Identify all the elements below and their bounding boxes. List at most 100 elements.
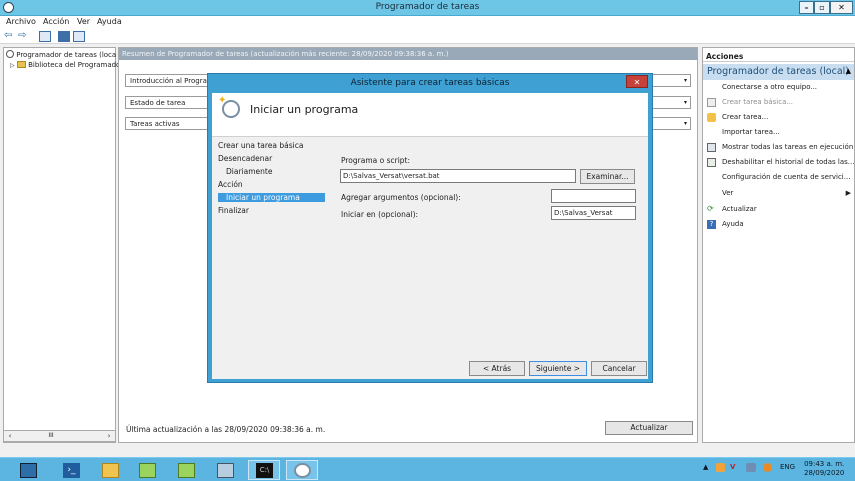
step-iniciar-programa[interactable]: Iniciar un programa bbox=[218, 193, 325, 202]
collapse-up-icon[interactable]: ▲ bbox=[846, 67, 851, 75]
action-importar[interactable]: Importar tarea... bbox=[703, 127, 854, 140]
back-arrow-icon[interactable]: ⇦ bbox=[4, 31, 16, 42]
network-tool-taskbar-button[interactable] bbox=[170, 460, 202, 480]
action-ayuda[interactable]: ? Ayuda bbox=[703, 219, 854, 232]
next-button[interactable]: Siguiente > bbox=[529, 361, 587, 376]
network-icon bbox=[139, 463, 156, 478]
tool-icon bbox=[217, 463, 234, 478]
action-label: Conectarse a otro equipo... bbox=[722, 83, 818, 91]
tool-taskbar-button[interactable] bbox=[209, 460, 241, 480]
action-label: Configuración de cuenta de servici... bbox=[722, 173, 851, 181]
actions-subheader[interactable]: Programador de tareas (local) ▲ bbox=[703, 64, 854, 80]
start-in-input[interactable]: D:\Salvas_Versat bbox=[551, 206, 636, 220]
program-input[interactable]: D:\Salvas_Versat\versat.bat bbox=[340, 169, 576, 183]
language-indicator[interactable]: ENG bbox=[780, 463, 795, 471]
action-configuracion-cuenta[interactable]: Configuración de cuenta de servici... bbox=[703, 172, 854, 185]
clock-time: 09:43 a. m. bbox=[804, 460, 845, 468]
dialog-header: ✦ Iniciar un programa bbox=[212, 93, 648, 137]
close-button[interactable]: ✕ bbox=[830, 1, 853, 14]
dialog-close-button[interactable]: ✕ bbox=[626, 75, 648, 88]
minimize-button[interactable]: – bbox=[799, 1, 814, 14]
step-finalizar[interactable]: Finalizar bbox=[218, 206, 249, 215]
browse-button[interactable]: Examinar... bbox=[580, 169, 635, 184]
expand-arrow-icon[interactable]: ▷ bbox=[10, 62, 15, 69]
arguments-input[interactable] bbox=[551, 189, 636, 203]
action-label: Crear tarea básica... bbox=[722, 98, 794, 106]
show-action-pane-icon[interactable] bbox=[73, 31, 85, 42]
cmd-taskbar-button[interactable]: C:\ bbox=[248, 460, 280, 480]
last-update-text: Última actualización a las 28/09/2020 09… bbox=[126, 425, 326, 434]
folder-icon bbox=[102, 463, 119, 478]
refresh-button[interactable]: Actualizar bbox=[605, 421, 693, 435]
action-actualizar[interactable]: ⟳ Actualizar bbox=[703, 204, 854, 217]
tree-library-item[interactable]: ▷ Biblioteca del Programador de tareas bbox=[10, 61, 120, 69]
server-manager-taskbar-button[interactable] bbox=[12, 460, 44, 480]
menu-ver[interactable]: Ver bbox=[77, 17, 90, 26]
action-conectarse[interactable]: Conectarse a otro equipo... bbox=[703, 82, 854, 95]
step-diariamente[interactable]: Diariamente bbox=[226, 167, 272, 176]
scroll-thumb[interactable]: III bbox=[44, 433, 58, 439]
action-label: Importar tarea... bbox=[722, 128, 780, 136]
cancel-button[interactable]: Cancelar bbox=[591, 361, 647, 376]
menu-archivo[interactable]: Archivo bbox=[6, 17, 36, 26]
network-tool-icon bbox=[178, 463, 195, 478]
action-label: Actualizar bbox=[722, 205, 757, 213]
tray-expand-icon[interactable]: ▲ bbox=[703, 463, 708, 471]
new-task-icon bbox=[707, 113, 716, 122]
command-prompt-icon: C:\ bbox=[256, 463, 273, 478]
tree-library-label: Biblioteca del Programador de tareas bbox=[28, 61, 120, 69]
maximize-button[interactable]: ▫ bbox=[814, 1, 830, 14]
wizard-icon bbox=[707, 98, 716, 107]
forward-arrow-icon[interactable]: ⇨ bbox=[18, 31, 30, 42]
clock-icon bbox=[6, 50, 14, 58]
task-scheduler-taskbar-button[interactable] bbox=[286, 460, 318, 480]
action-deshabilitar-historial[interactable]: Deshabilitar el historial de todas las..… bbox=[703, 157, 854, 170]
summary-header: Resumen de Programador de tareas (actual… bbox=[119, 48, 697, 60]
tray-volume-icon[interactable] bbox=[763, 463, 772, 472]
star-icon: ✦ bbox=[218, 95, 227, 106]
menu-ayuda[interactable]: Ayuda bbox=[97, 17, 122, 26]
step-accion[interactable]: Acción bbox=[218, 180, 243, 189]
chevron-down-icon[interactable]: ▾ bbox=[684, 120, 687, 127]
tray-security-icon[interactable]: V bbox=[730, 463, 735, 471]
actions-subheader-label: Programador de tareas (local) bbox=[707, 66, 849, 77]
dialog-title: Asistente para crear tareas básicas bbox=[350, 78, 510, 88]
action-label: Deshabilitar el historial de todas las..… bbox=[722, 158, 854, 166]
tray-app-icon[interactable] bbox=[716, 463, 725, 472]
step-crear-tarea[interactable]: Crear una tarea básica bbox=[218, 141, 303, 150]
powershell-taskbar-button[interactable]: ›_ bbox=[55, 460, 87, 480]
tree-horizontal-scrollbar[interactable]: ‹ III › bbox=[3, 430, 116, 442]
arguments-label: Agregar argumentos (opcional): bbox=[341, 193, 461, 202]
tree-root-item[interactable]: Programador de tareas (local) bbox=[6, 50, 116, 59]
chevron-down-icon[interactable]: ▾ bbox=[684, 77, 687, 84]
toolbar: ⇦ ⇨ bbox=[0, 29, 855, 44]
history-icon bbox=[707, 158, 716, 167]
refresh-icon: ⟳ bbox=[707, 204, 714, 213]
scroll-right-icon[interactable]: › bbox=[104, 431, 114, 441]
dialog-body: ✦ Iniciar un programa Crear una tarea bá… bbox=[212, 93, 648, 379]
scroll-left-icon[interactable]: ‹ bbox=[5, 431, 15, 441]
tree-root-label: Programador de tareas (local) bbox=[16, 51, 116, 59]
start-in-label: Iniciar en (opcional): bbox=[341, 210, 419, 219]
network-taskbar-button[interactable] bbox=[131, 460, 163, 480]
action-crear-tarea[interactable]: Crear tarea... bbox=[703, 112, 854, 125]
help-toolbar-icon[interactable] bbox=[58, 31, 70, 42]
action-mostrar-tareas[interactable]: Mostrar todas las tareas en ejecución bbox=[703, 142, 854, 155]
show-tree-icon[interactable] bbox=[39, 31, 51, 42]
window-title: Programador de tareas bbox=[375, 2, 480, 12]
basic-task-wizard-dialog: Asistente para crear tareas básicas ✕ ✦ … bbox=[207, 73, 653, 383]
step-desencadenar[interactable]: Desencadenar bbox=[218, 154, 272, 163]
action-ver[interactable]: Ver ▶ bbox=[703, 188, 854, 201]
back-button[interactable]: < Atrás bbox=[469, 361, 525, 376]
action-crear-tarea-basica[interactable]: Crear tarea básica... bbox=[703, 97, 854, 110]
tray-network-icon[interactable] bbox=[746, 463, 756, 472]
server-manager-icon bbox=[20, 463, 37, 478]
action-label: Ver bbox=[722, 189, 734, 197]
menu-accion[interactable]: Acción bbox=[43, 17, 69, 26]
chevron-down-icon[interactable]: ▾ bbox=[684, 99, 687, 106]
file-explorer-taskbar-button[interactable] bbox=[94, 460, 126, 480]
taskbar-clock[interactable]: 09:43 a. m. 28/09/2020 bbox=[804, 460, 844, 478]
taskbar: ›_ C:\ ▲ V ENG 09:43 a. m. 28/09/2020 bbox=[0, 457, 855, 481]
action-label: Mostrar todas las tareas en ejecución bbox=[722, 143, 854, 151]
console-tree: Programador de tareas (local) ▷ Bibliote… bbox=[3, 47, 120, 443]
